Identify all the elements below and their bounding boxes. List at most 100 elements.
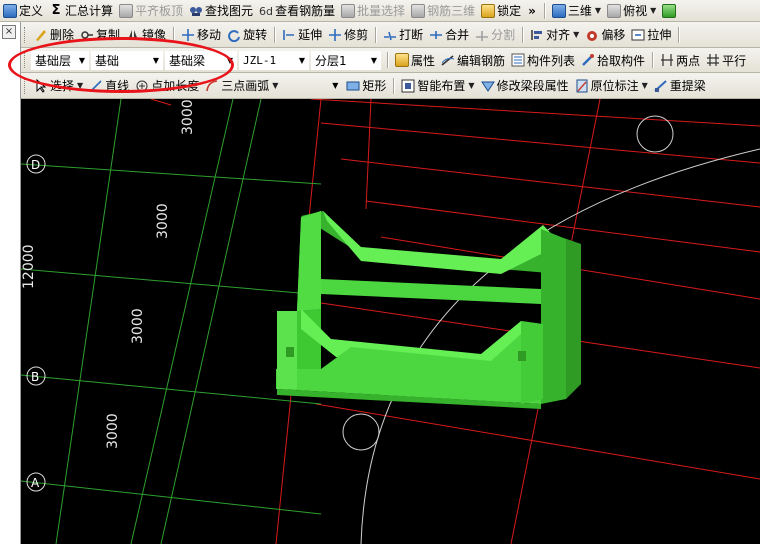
smart-layout-label: 智能布置 xyxy=(417,79,466,93)
edit-rebar-label: 编辑钢筋 xyxy=(457,53,506,68)
view-rebar-button[interactable]: 6d 查看钢筋量 xyxy=(256,1,338,21)
merge-label: 合并 xyxy=(445,28,470,42)
chevron-down-icon: ▼ xyxy=(468,81,475,90)
model-canvas[interactable]: D B A 3000 3000 3000 3000 12000 xyxy=(21,99,760,544)
layer-select-value: 分层1 xyxy=(315,53,347,68)
toolbar-grip[interactable] xyxy=(24,52,28,68)
mirror-icon xyxy=(126,28,140,42)
view-3d-button[interactable]: 三维 ▼ xyxy=(549,1,604,21)
merge-icon xyxy=(429,28,443,42)
move-label: 移动 xyxy=(197,28,222,42)
parallel-icon xyxy=(706,53,720,67)
define-label: 定义 xyxy=(19,4,44,18)
drawing-viewport[interactable]: D B A 3000 3000 3000 3000 12000 xyxy=(21,99,760,544)
stretch-button[interactable]: 拉伸 xyxy=(628,25,674,45)
rotate-label: 旋转 xyxy=(243,28,268,42)
dimension-label: 3000 xyxy=(105,413,121,449)
chevron-down-icon: ▼ xyxy=(370,55,377,65)
chevron-down-icon: ▼ xyxy=(78,55,85,65)
modify-beam-segment-label: 修改梁段属性 xyxy=(496,79,569,93)
re-extract-beam-icon xyxy=(654,79,668,93)
dimension-label: 3000 xyxy=(180,99,196,135)
move-button[interactable]: 移动 xyxy=(178,25,224,45)
component-select-value: JZL-1 xyxy=(243,53,277,67)
batch-select-button[interactable]: 批量选择 xyxy=(338,1,408,21)
trim-label: 修剪 xyxy=(344,28,369,42)
define-button[interactable]: 定义 xyxy=(0,1,46,21)
dimension-label: 3000 xyxy=(155,203,171,239)
smart-layout-button[interactable]: 智能布置 ▼ xyxy=(398,76,477,96)
parallel-button[interactable]: 平行 xyxy=(703,50,749,70)
break-button[interactable]: 打断 xyxy=(380,25,426,45)
view-mode-button[interactable]: 俯视 ▼ xyxy=(604,1,659,21)
close-icon[interactable]: × xyxy=(2,25,16,39)
rectangle-icon xyxy=(346,79,360,93)
split-button[interactable]: 分割 xyxy=(472,25,518,45)
edit-rebar-icon xyxy=(441,53,455,67)
properties-button[interactable]: 属性 xyxy=(392,50,438,70)
three-point-arc-button[interactable]: 三点画弧 ▼ xyxy=(202,76,281,96)
toolbar-grip[interactable] xyxy=(24,77,28,94)
pick-component-icon xyxy=(581,53,595,67)
svg-text:6d: 6d xyxy=(259,5,273,18)
select-button[interactable]: 选择 ▼ xyxy=(31,76,86,96)
edit-rebar-button[interactable]: 编辑钢筋 xyxy=(438,50,508,70)
component-list-button[interactable]: 构件列表 xyxy=(508,50,578,70)
pick-component-button[interactable]: 拾取构件 xyxy=(578,50,648,70)
axis-label-b: B xyxy=(31,370,39,384)
offset-button[interactable]: 偏移 xyxy=(582,25,628,45)
in-place-annotation-label: 原位标注 xyxy=(590,79,639,93)
move-icon xyxy=(181,28,195,42)
point-length-icon xyxy=(135,79,149,93)
mirror-button[interactable]: 镜像 xyxy=(123,25,169,45)
modify-beam-segment-button[interactable]: 修改梁段属性 xyxy=(478,76,572,96)
floor-select[interactable]: 基础层 ▼ xyxy=(31,50,89,70)
split-icon xyxy=(475,28,489,42)
toolbar-grip[interactable] xyxy=(24,26,28,43)
rebar-3d-label: 钢筋三维 xyxy=(427,4,476,18)
lock-button[interactable]: 锁定 xyxy=(478,1,524,21)
chevron-down-icon: ▼ xyxy=(298,55,305,65)
chevron-down-icon: ▼ xyxy=(641,81,648,90)
arc-option-select[interactable]: ▼ xyxy=(281,76,341,95)
rotate-icon xyxy=(227,28,241,42)
three-point-arc-label: 三点画弧 xyxy=(221,79,270,93)
overflow-chevron-icon: » xyxy=(528,3,536,18)
pick-component-label: 拾取构件 xyxy=(597,53,646,68)
lock-icon xyxy=(481,3,496,18)
break-icon xyxy=(383,28,397,42)
rectangle-button[interactable]: 矩形 xyxy=(343,76,389,96)
delete-button[interactable]: 删除 xyxy=(31,25,77,45)
line-icon xyxy=(89,79,103,93)
re-extract-beam-button[interactable]: 重提梁 xyxy=(651,76,709,96)
summary-calc-button[interactable]: Σ 汇总计算 xyxy=(46,1,116,21)
in-place-annotation-icon xyxy=(575,79,589,93)
two-point-button[interactable]: 两点 xyxy=(657,50,703,70)
extend-button[interactable]: 延伸 xyxy=(279,25,325,45)
in-place-annotation-button[interactable]: 原位标注 ▼ xyxy=(572,76,651,96)
component-type-select[interactable]: 基础梁 ▼ xyxy=(165,50,237,70)
rebar-3d-button[interactable]: 钢筋三维 xyxy=(408,1,478,21)
find-element-button[interactable]: 查找图元 xyxy=(186,1,256,21)
layer-select[interactable]: 分层1 ▼ xyxy=(311,50,381,70)
view-rebar-icon: 6d xyxy=(259,4,273,18)
align-button[interactable]: 对齐 ▼ xyxy=(527,25,582,45)
copy-button[interactable]: 复制 xyxy=(77,25,123,45)
chevron-down-icon: ▼ xyxy=(152,55,159,65)
toolbar-overflow-button[interactable]: » xyxy=(524,1,540,21)
mirror-label: 镜像 xyxy=(142,28,167,42)
component-select[interactable]: JZL-1 ▼ xyxy=(239,50,309,70)
re-extract-beam-label: 重提梁 xyxy=(669,79,706,93)
stretch-label: 拉伸 xyxy=(647,28,672,42)
rotate-button[interactable]: 旋转 xyxy=(224,25,270,45)
align-slab-top-button[interactable]: 平齐板顶 xyxy=(116,1,186,21)
merge-button[interactable]: 合并 xyxy=(426,25,472,45)
extra-tool-button[interactable] xyxy=(659,1,679,21)
align-slab-top-label: 平齐板顶 xyxy=(135,4,184,18)
line-button[interactable]: 直线 xyxy=(86,76,132,96)
point-length-button[interactable]: 点加长度 xyxy=(132,76,202,96)
overall-dimension-label: 12000 xyxy=(21,244,37,289)
category-select[interactable]: 基础 ▼ xyxy=(91,50,163,70)
left-panel-strip: × xyxy=(0,22,21,544)
trim-button[interactable]: 修剪 xyxy=(325,25,371,45)
